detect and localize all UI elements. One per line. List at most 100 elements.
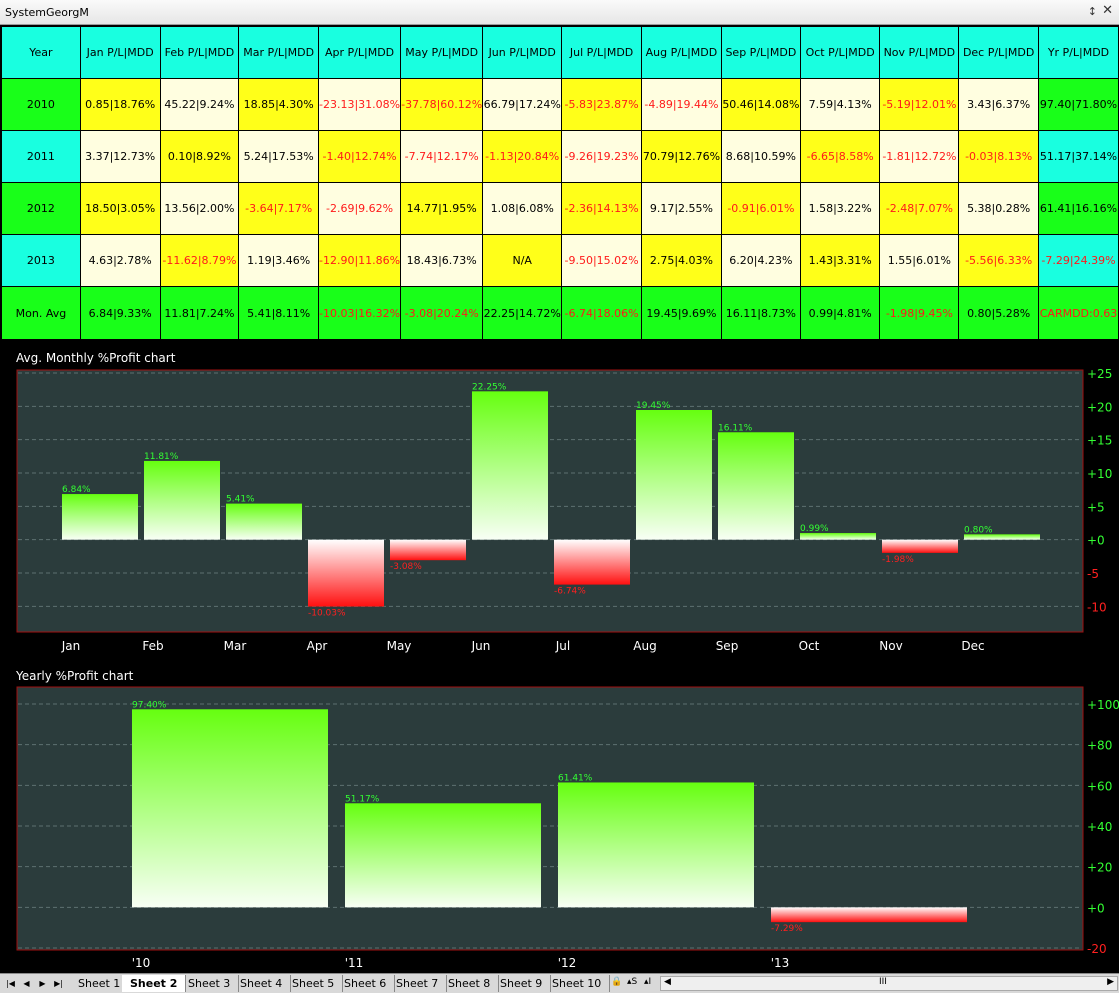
table-cell[interactable]: -37.78|60.12% [400,78,484,131]
next-sheet-icon[interactable]: ▶ [36,977,49,990]
table-cell[interactable]: -4.89|19.44% [640,78,722,131]
table-cell[interactable]: 50.46|14.08% [720,78,801,131]
table-cell[interactable]: -3.64|7.17% [238,182,320,235]
table-cell[interactable]: 2.75|4.03% [640,234,722,287]
table-cell[interactable]: 13.56|2.00% [159,182,240,235]
horizontal-scrollbar[interactable]: ◀ III ▶ [660,976,1118,991]
table-cell[interactable]: 6.20|4.23% [720,234,801,287]
table-cell[interactable]: 97.40|71.80% [1037,78,1119,131]
tab-sheet-7[interactable]: Sheet 7 [388,975,448,992]
tab-sheet-8[interactable]: Sheet 8 [440,975,500,992]
avg-cell[interactable]: 0.80|5.28% [958,286,1039,340]
table-cell[interactable]: 7.59|4.13% [799,78,881,131]
column-header[interactable]: Jan P/L|MDD [79,26,161,79]
table-cell[interactable]: 1.55|6.01% [879,234,960,287]
table-cell[interactable]: -9.26|19.23% [561,130,642,183]
avg-cell[interactable]: -10.03|16.32% [318,286,402,340]
column-header[interactable]: Year [1,26,81,79]
table-cell[interactable]: -7.29|24.39% [1037,234,1119,287]
table-cell[interactable]: -1.81|12.72% [879,130,960,183]
prev-sheet-icon[interactable]: ◀ [20,977,33,990]
column-header[interactable]: Jun P/L|MDD [482,26,563,79]
table-cell[interactable]: 1.43|3.31% [799,234,881,287]
table-cell[interactable]: 0.85|18.76% [79,78,161,131]
table-cell[interactable]: N/A [482,234,563,287]
column-header[interactable]: Yr P/L|MDD [1037,26,1119,79]
last-sheet-icon[interactable]: ▶| [52,977,65,990]
table-cell[interactable]: 70.79|12.76% [640,130,722,183]
table-cell[interactable]: 18.43|6.73% [400,234,484,287]
year-cell[interactable]: 2011 [1,130,81,183]
column-header[interactable]: Dec P/L|MDD [958,26,1039,79]
column-header[interactable]: Apr P/L|MDD [318,26,402,79]
column-header[interactable]: Oct P/L|MDD [799,26,881,79]
table-cell[interactable]: 61.41|16.16% [1037,182,1119,235]
table-cell[interactable]: 18.50|3.05% [79,182,161,235]
table-cell[interactable]: 4.63|2.78% [79,234,161,287]
table-cell[interactable]: -0.91|6.01% [720,182,801,235]
table-cell[interactable]: 3.43|6.37% [958,78,1039,131]
year-cell[interactable]: 2013 [1,234,81,287]
avg-cell[interactable]: 0.99|4.81% [799,286,881,340]
table-cell[interactable]: 45.22|9.24% [159,78,240,131]
avg-cell[interactable]: CARMDD:0.63 [1037,286,1119,340]
tab-sheet-4[interactable]: Sheet 4 [232,975,292,992]
column-header[interactable]: Jul P/L|MDD [561,26,642,79]
avg-cell[interactable]: -6.74|18.06% [561,286,642,340]
year-cell[interactable]: 2010 [1,78,81,131]
avg-label-cell[interactable]: Mon. Avg [1,286,81,340]
table-cell[interactable]: -12.90|11.86% [318,234,402,287]
tab-sheet-9[interactable]: Sheet 9 [492,975,552,992]
column-header[interactable]: Mar P/L|MDD [238,26,320,79]
tab-sheet-2[interactable]: Sheet 2 [122,975,187,992]
table-cell[interactable]: -9.50|15.02% [561,234,642,287]
pin-icon[interactable]: ↕ [1088,5,1097,18]
table-cell[interactable]: 5.24|17.53% [238,130,320,183]
table-cell[interactable]: 9.17|2.55% [640,182,722,235]
table-cell[interactable]: 1.19|3.46% [238,234,320,287]
column-header[interactable]: Feb P/L|MDD [159,26,240,79]
avg-cell[interactable]: 16.11|8.73% [720,286,801,340]
insert-icon[interactable]: ▴I [644,977,651,987]
table-cell[interactable]: -1.13|20.84% [482,130,563,183]
scroll-right-icon[interactable]: ▶ [1107,977,1114,987]
close-icon[interactable]: ✕ [1102,3,1113,18]
table-cell[interactable]: 18.85|4.30% [238,78,320,131]
table-cell[interactable]: -5.83|23.87% [561,78,642,131]
table-cell[interactable]: 1.58|3.22% [799,182,881,235]
avg-cell[interactable]: -3.08|20.24% [400,286,484,340]
table-cell[interactable]: -5.56|6.33% [958,234,1039,287]
sort-icon[interactable]: ▴S [627,977,637,987]
tab-sheet-6[interactable]: Sheet 6 [336,975,396,992]
table-cell[interactable]: 51.17|37.14% [1037,130,1119,183]
table-cell[interactable]: -2.69|9.62% [318,182,402,235]
lock-icon[interactable]: 🔒 [611,977,622,987]
table-cell[interactable]: -5.19|12.01% [879,78,960,131]
avg-cell[interactable]: 6.84|9.33% [79,286,161,340]
table-cell[interactable]: -6.65|8.58% [799,130,881,183]
table-cell[interactable]: 1.08|6.08% [482,182,563,235]
table-cell[interactable]: -2.48|7.07% [879,182,960,235]
scroll-left-icon[interactable]: ◀ [664,977,671,987]
table-cell[interactable]: 0.10|8.92% [159,130,240,183]
table-cell[interactable]: 14.77|1.95% [400,182,484,235]
tab-sheet-3[interactable]: Sheet 3 [180,975,240,992]
avg-cell[interactable]: 22.25|14.72% [482,286,563,340]
tab-sheet-1[interactable]: Sheet 1 [70,975,130,992]
scroll-thumb[interactable]: III [879,977,887,987]
table-cell[interactable]: 66.79|17.24% [482,78,563,131]
table-cell[interactable]: -23.13|31.08% [318,78,402,131]
year-cell[interactable]: 2012 [1,182,81,235]
first-sheet-icon[interactable]: |◀ [4,977,17,990]
table-cell[interactable]: 8.68|10.59% [720,130,801,183]
column-header[interactable]: Nov P/L|MDD [879,26,960,79]
column-header[interactable]: Aug P/L|MDD [640,26,722,79]
table-cell[interactable]: -7.74|12.17% [400,130,484,183]
avg-cell[interactable]: 5.41|8.11% [238,286,320,340]
avg-cell[interactable]: 11.81|7.24% [159,286,240,340]
table-cell[interactable]: -2.36|14.13% [561,182,642,235]
table-cell[interactable]: 5.38|0.28% [958,182,1039,235]
column-header[interactable]: Sep P/L|MDD [720,26,801,79]
avg-cell[interactable]: -1.98|9.45% [879,286,960,340]
tab-sheet-10[interactable]: Sheet 10 [544,975,611,992]
